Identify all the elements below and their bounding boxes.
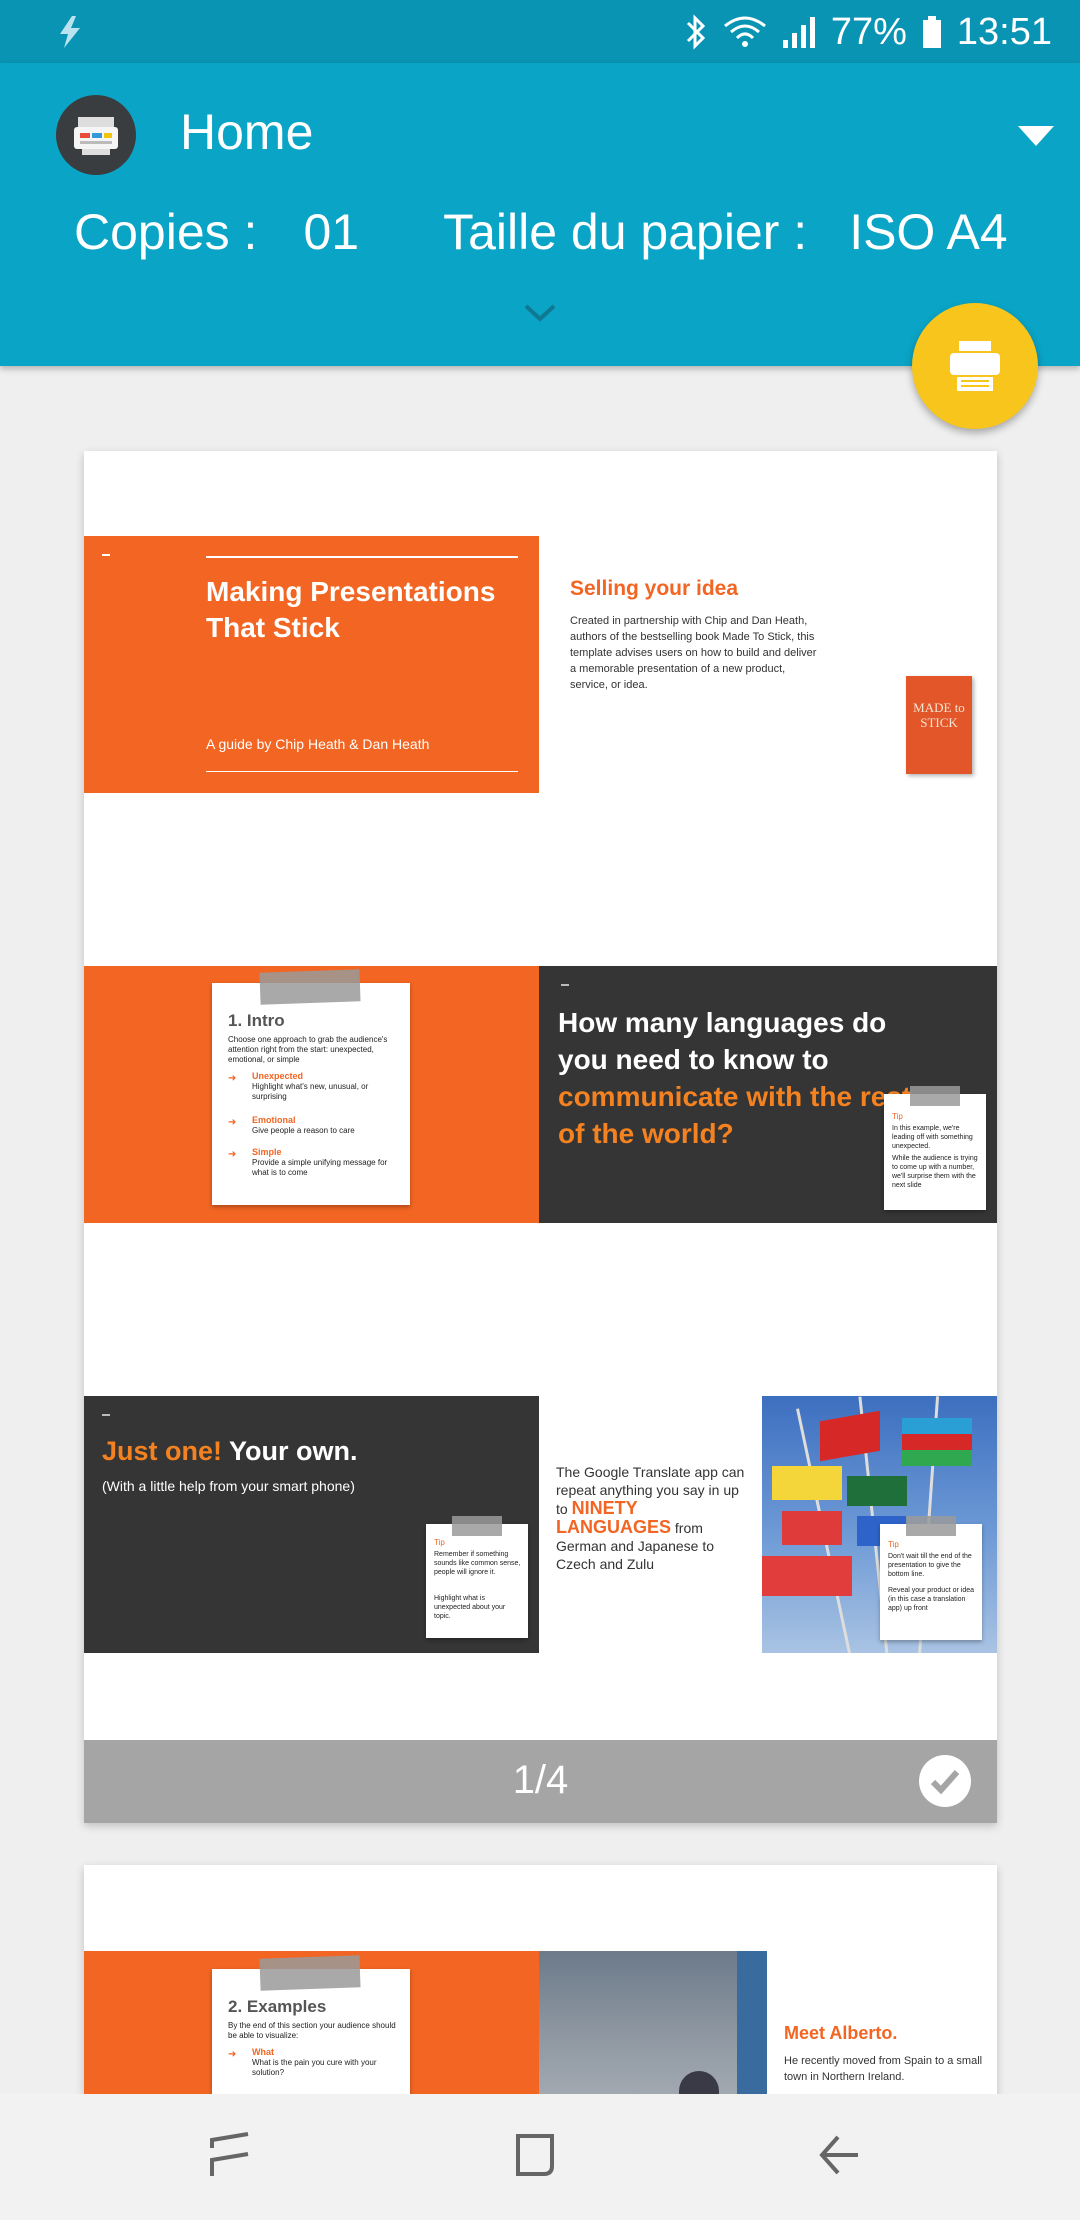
slide2-question-orange: communicate with the rest of the world? xyxy=(558,1081,912,1149)
slide1-title: Making Presentations That Stick xyxy=(206,576,496,643)
slide2-item2-desc: Give people a reason to care xyxy=(252,1126,355,1135)
slide3-flag-tip-text2: Reveal your product or idea (in this cas… xyxy=(888,1587,974,1612)
slide2-question-white: How many languages do you need to know t… xyxy=(558,1007,887,1075)
home-icon[interactable] xyxy=(512,2130,560,2180)
page-selected-check-icon[interactable] xyxy=(919,1755,971,1807)
expand-settings-icon[interactable] xyxy=(523,303,557,323)
slide3-tip-text1: Remember if something sounds like common… xyxy=(434,1551,521,1576)
slide3-flag-tip-text1: Don't wait till the end of the presentat… xyxy=(888,1553,972,1578)
page-footer: 1/4 xyxy=(84,1740,997,1823)
slide2-right-panel: How many languages do you need to know t… xyxy=(539,966,997,1223)
slide1-title-panel: Making Presentations That Stick A guide … xyxy=(84,536,539,793)
flags-photo: Tip Don't wait till the end of the prese… xyxy=(762,1396,997,1653)
slide4-item-desc: What is the pain you cure with your solu… xyxy=(252,2058,377,2077)
print-button[interactable] xyxy=(912,303,1038,429)
slide3-subheading: (With a little help from your smart phon… xyxy=(102,1478,355,1494)
slide3-flag-tip-note: Tip Don't wait till the end of the prese… xyxy=(880,1516,982,1640)
slide3-tip-label: Tip xyxy=(434,1538,445,1547)
status-bar: 77% 13:51 xyxy=(0,0,1080,63)
signal-icon xyxy=(782,17,815,48)
slide2-note-body: Choose one approach to grab the audience… xyxy=(228,1035,388,1064)
print-icon xyxy=(950,341,1000,391)
slide4-text: He recently moved from Spain to a small … xyxy=(784,2055,983,2083)
back-icon[interactable] xyxy=(816,2130,866,2180)
printer-app-icon[interactable] xyxy=(56,95,136,175)
slide1-subtitle: A guide by Chip Heath & Dan Heath xyxy=(206,736,430,752)
print-settings-summary[interactable]: Copies : 01 Taille du papier : ISO A4 xyxy=(74,203,1008,261)
recent-apps-icon[interactable] xyxy=(208,2130,254,2180)
slide2-tip-label: Tip xyxy=(892,1112,903,1121)
slide3-flag-tip-label: Tip xyxy=(888,1540,899,1549)
slide2-note-title: 1. Intro xyxy=(228,1011,285,1030)
slide3-tip-note: Tip Remember if something sounds like co… xyxy=(426,1516,528,1638)
copies-label: Copies : xyxy=(74,204,258,260)
preview-page-1[interactable]: Making Presentations That Stick A guide … xyxy=(84,451,997,1823)
slide3-mid-text: The Google Translate app can repeat anyt… xyxy=(556,1464,745,1572)
copies-value: 01 xyxy=(303,204,360,260)
system-nav-bar xyxy=(0,2094,1080,2220)
page-indicator: 1/4 xyxy=(512,1758,569,1802)
slide3-heading-white: Your own. xyxy=(229,1436,358,1466)
slide2-item3-label: Simple xyxy=(252,1147,282,1157)
bluetooth-icon xyxy=(686,14,705,50)
slide4-note-title: 2. Examples xyxy=(228,1997,327,2016)
slide1-side-text: Created in partnership with Chip and Dan… xyxy=(570,615,817,691)
slide4-note-body: By the end of this section your audience… xyxy=(228,2021,396,2040)
paper-size-label: Taille du papier : xyxy=(443,204,808,260)
slide2-tip-text2: While the audience is trying to come up … xyxy=(892,1155,978,1189)
slide2-item3-desc: Provide a simple unifying message for wh… xyxy=(252,1158,388,1177)
paper-size-value: ISO A4 xyxy=(849,204,1008,260)
book-cover-text: MADE to STICK xyxy=(913,700,965,730)
slide2-tip-note: Tip In this example, we're leading off w… xyxy=(884,1086,986,1210)
clock: 13:51 xyxy=(956,10,1052,53)
slide3-left-panel: Just one! Your own. (With a little help … xyxy=(84,1396,539,1653)
menu-dropdown-icon[interactable] xyxy=(1018,126,1054,146)
slide4-heading: Meet Alberto. xyxy=(784,2023,898,2043)
flash-icon xyxy=(60,16,80,48)
slide3-heading-orange: Just one! xyxy=(102,1436,223,1466)
slide2-tip-text1: In this example, we're leading off with … xyxy=(892,1125,973,1150)
slide2-item1-desc: Highlight what's new, unusual, or surpri… xyxy=(252,1082,369,1101)
battery-icon xyxy=(922,16,941,48)
book-cover: MADE to STICK xyxy=(906,676,972,774)
slide3-mid-highlight: NINETY LANGUAGES xyxy=(556,1498,672,1537)
wifi-icon xyxy=(723,16,766,47)
slide2-item1-label: Unexpected xyxy=(252,1071,304,1081)
slide1-side-heading: Selling your idea xyxy=(570,577,739,600)
battery-percent: 77% xyxy=(830,10,907,53)
slide2-item2-label: Emotional xyxy=(252,1115,296,1125)
slide4-item-label: What xyxy=(252,2047,274,2057)
slide3-tip-text2: Highlight what is unexpected about your … xyxy=(434,1595,506,1620)
page-title: Home xyxy=(180,104,314,160)
slide2-intro-note: 1. Intro Choose one approach to grab the… xyxy=(212,969,410,1205)
